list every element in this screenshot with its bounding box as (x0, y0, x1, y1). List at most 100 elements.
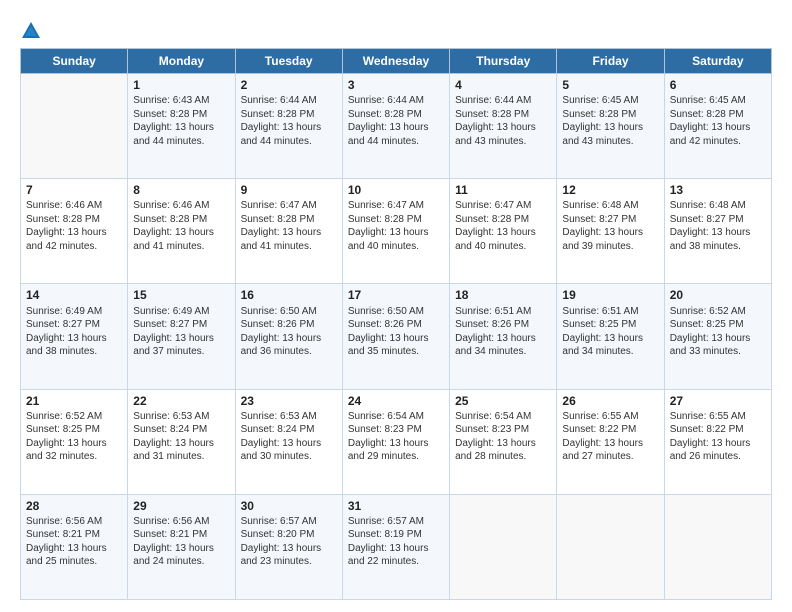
day-info: Sunrise: 6:51 AMSunset: 8:25 PMDaylight:… (562, 305, 658, 359)
day-number: 24 (348, 393, 444, 409)
calendar-cell: 19 Sunrise: 6:51 AMSunset: 8:25 PMDayligh… (557, 284, 664, 389)
day-info: Sunrise: 6:49 AMSunset: 8:27 PMDaylight:… (133, 305, 229, 359)
logo (20, 20, 46, 42)
day-number: 16 (241, 287, 337, 303)
day-info: Sunrise: 6:53 AMSunset: 8:24 PMDaylight:… (241, 410, 337, 464)
header (20, 16, 772, 42)
calendar-cell: 8Sunrise: 6:46 AMSunset: 8:28 PMDaylight… (128, 179, 235, 284)
calendar-cell (664, 494, 771, 599)
day-info: Sunrise: 6:43 AMSunset: 8:28 PMDaylight:… (133, 94, 229, 148)
calendar-cell: 3Sunrise: 6:44 AMSunset: 8:28 PMDaylight… (342, 74, 449, 179)
day-info: Sunrise: 6:55 AMSunset: 8:22 PMDaylight:… (670, 410, 766, 464)
calendar-cell: 18Sunrise: 6:51 AMSunset: 8:26 PMDayligh… (450, 284, 557, 389)
calendar-cell: 12Sunrise: 6:48 AMSunset: 8:27 PMDayligh… (557, 179, 664, 284)
calendar-cell: 23Sunrise: 6:53 AMSunset: 8:24 PMDayligh… (235, 389, 342, 494)
day-info: Sunrise: 6:57 AMSunset: 8:20 PMDaylight:… (241, 515, 337, 569)
day-number: 5 (562, 77, 658, 93)
weekday-header-wednesday: Wednesday (342, 49, 449, 74)
day-number: 4 (455, 77, 551, 93)
weekday-row: SundayMondayTuesdayWednesdayThursdayFrid… (21, 49, 772, 74)
weekday-header-tuesday: Tuesday (235, 49, 342, 74)
day-info: Sunrise: 6:44 AMSunset: 8:28 PMDaylight:… (455, 94, 551, 148)
day-number: 7 (26, 182, 122, 198)
calendar-cell: 29Sunrise: 6:56 AMSunset: 8:21 PMDayligh… (128, 494, 235, 599)
day-number: 25 (455, 393, 551, 409)
calendar-cell: 26Sunrise: 6:55 AMSunset: 8:22 PMDayligh… (557, 389, 664, 494)
day-number: 1 (133, 77, 229, 93)
weekday-header-thursday: Thursday (450, 49, 557, 74)
calendar-cell: 24Sunrise: 6:54 AMSunset: 8:23 PMDayligh… (342, 389, 449, 494)
day-info: Sunrise: 6:45 AMSunset: 8:28 PMDaylight:… (670, 94, 766, 148)
day-number: 9 (241, 182, 337, 198)
calendar-cell: 14Sunrise: 6:49 AMSunset: 8:27 PMDayligh… (21, 284, 128, 389)
day-number: 17 (348, 287, 444, 303)
weekday-header-monday: Monday (128, 49, 235, 74)
day-info: Sunrise: 6:50 AMSunset: 8:26 PMDaylight:… (241, 305, 337, 359)
calendar-cell: 17 Sunrise: 6:50 AMSunset: 8:26 PMDayligh… (342, 284, 449, 389)
logo-icon (20, 20, 42, 42)
calendar-cell (21, 74, 128, 179)
day-number: 14 (26, 287, 122, 303)
day-number: 18 (455, 287, 551, 303)
day-info: Sunrise: 6:55 AMSunset: 8:22 PMDaylight:… (562, 410, 658, 464)
calendar-week-3: 14 Sunrise: 6:49 AMSunset: 8:27 PMDayligh… (21, 284, 772, 389)
calendar-cell: 13Sunrise: 6:48 AMSunset: 8:27 PMDayligh… (664, 179, 771, 284)
calendar-cell: 16 Sunrise: 6:50 AMSunset: 8:26 PMDayligh… (235, 284, 342, 389)
calendar-week-2: 7 Sunrise: 6:46 AMSunset: 8:28 PMDaylight… (21, 179, 772, 284)
calendar-cell: 9Sunrise: 6:47 AMSunset: 8:28 PMDaylight… (235, 179, 342, 284)
calendar-cell: 31Sunrise: 6:57 AMSunset: 8:19 PMDayligh… (342, 494, 449, 599)
day-info: Sunrise: 6:52 AMSunset: 8:25 PMDaylight:… (670, 305, 766, 359)
day-info: Sunrise: 6:45 AMSunset: 8:28 PMDaylight:… (562, 94, 658, 148)
calendar-cell: 7Sunrise: 6:46 AMSunset: 8:28 PMDaylight… (21, 179, 128, 284)
day-info: Sunrise: 6:44 AMSunset: 8:28 PMDaylight:… (348, 94, 444, 148)
day-info: Sunrise: 6:54 AMSunset: 8:23 PMDaylight:… (348, 410, 444, 464)
day-number: 29 (133, 498, 229, 514)
day-number: 20 (670, 287, 766, 303)
calendar-cell (450, 494, 557, 599)
day-info: Sunrise: 6:47 AMSunset: 8:28 PMDaylight:… (348, 199, 444, 253)
calendar-cell: 10Sunrise: 6:47 AMSunset: 8:28 PMDayligh… (342, 179, 449, 284)
calendar-cell: 22Sunrise: 6:53 AMSunset: 8:24 PMDayligh… (128, 389, 235, 494)
day-info: Sunrise: 6:52 AMSunset: 8:25 PMDaylight:… (26, 410, 122, 464)
calendar-cell: 27Sunrise: 6:55 AMSunset: 8:22 PMDayligh… (664, 389, 771, 494)
day-info: Sunrise: 6:44 AMSunset: 8:28 PMDaylight:… (241, 94, 337, 148)
calendar-cell: 15 Sunrise: 6:49 AMSunset: 8:27 PMDayligh… (128, 284, 235, 389)
calendar-cell: 1Sunrise: 6:43 AMSunset: 8:28 PMDaylight… (128, 74, 235, 179)
calendar-cell: 6Sunrise: 6:45 AMSunset: 8:28 PMDaylight… (664, 74, 771, 179)
calendar-cell: 21Sunrise: 6:52 AMSunset: 8:25 PMDayligh… (21, 389, 128, 494)
day-number: 15 (133, 287, 229, 303)
day-info: Sunrise: 6:48 AMSunset: 8:27 PMDaylight:… (562, 199, 658, 253)
weekday-header-saturday: Saturday (664, 49, 771, 74)
day-info: Sunrise: 6:47 AMSunset: 8:28 PMDaylight:… (241, 199, 337, 253)
day-number: 2 (241, 77, 337, 93)
day-number: 3 (348, 77, 444, 93)
day-number: 8 (133, 182, 229, 198)
calendar-cell: 11Sunrise: 6:47 AMSunset: 8:28 PMDayligh… (450, 179, 557, 284)
day-number: 12 (562, 182, 658, 198)
day-info: Sunrise: 6:56 AMSunset: 8:21 PMDaylight:… (133, 515, 229, 569)
day-info: Sunrise: 6:56 AMSunset: 8:21 PMDaylight:… (26, 515, 122, 569)
day-number: 27 (670, 393, 766, 409)
day-info: Sunrise: 6:57 AMSunset: 8:19 PMDaylight:… (348, 515, 444, 569)
day-info: Sunrise: 6:53 AMSunset: 8:24 PMDaylight:… (133, 410, 229, 464)
weekday-header-sunday: Sunday (21, 49, 128, 74)
day-number: 31 (348, 498, 444, 514)
day-number: 19 (562, 287, 658, 303)
calendar-header: SundayMondayTuesdayWednesdayThursdayFrid… (21, 49, 772, 74)
day-number: 10 (348, 182, 444, 198)
calendar-cell (557, 494, 664, 599)
calendar-table: SundayMondayTuesdayWednesdayThursdayFrid… (20, 48, 772, 600)
day-info: Sunrise: 6:46 AMSunset: 8:28 PMDaylight:… (133, 199, 229, 253)
calendar-cell: 20 Sunrise: 6:52 AMSunset: 8:25 PMDayligh… (664, 284, 771, 389)
calendar-week-1: 1Sunrise: 6:43 AMSunset: 8:28 PMDaylight… (21, 74, 772, 179)
calendar-week-5: 28Sunrise: 6:56 AMSunset: 8:21 PMDayligh… (21, 494, 772, 599)
weekday-header-friday: Friday (557, 49, 664, 74)
day-info: Sunrise: 6:48 AMSunset: 8:27 PMDaylight:… (670, 199, 766, 253)
day-info: Sunrise: 6:54 AMSunset: 8:23 PMDaylight:… (455, 410, 551, 464)
day-number: 13 (670, 182, 766, 198)
day-number: 6 (670, 77, 766, 93)
calendar-cell: 28Sunrise: 6:56 AMSunset: 8:21 PMDayligh… (21, 494, 128, 599)
day-number: 21 (26, 393, 122, 409)
day-info: Sunrise: 6:50 AMSunset: 8:26 PMDaylight:… (348, 305, 444, 359)
day-number: 26 (562, 393, 658, 409)
